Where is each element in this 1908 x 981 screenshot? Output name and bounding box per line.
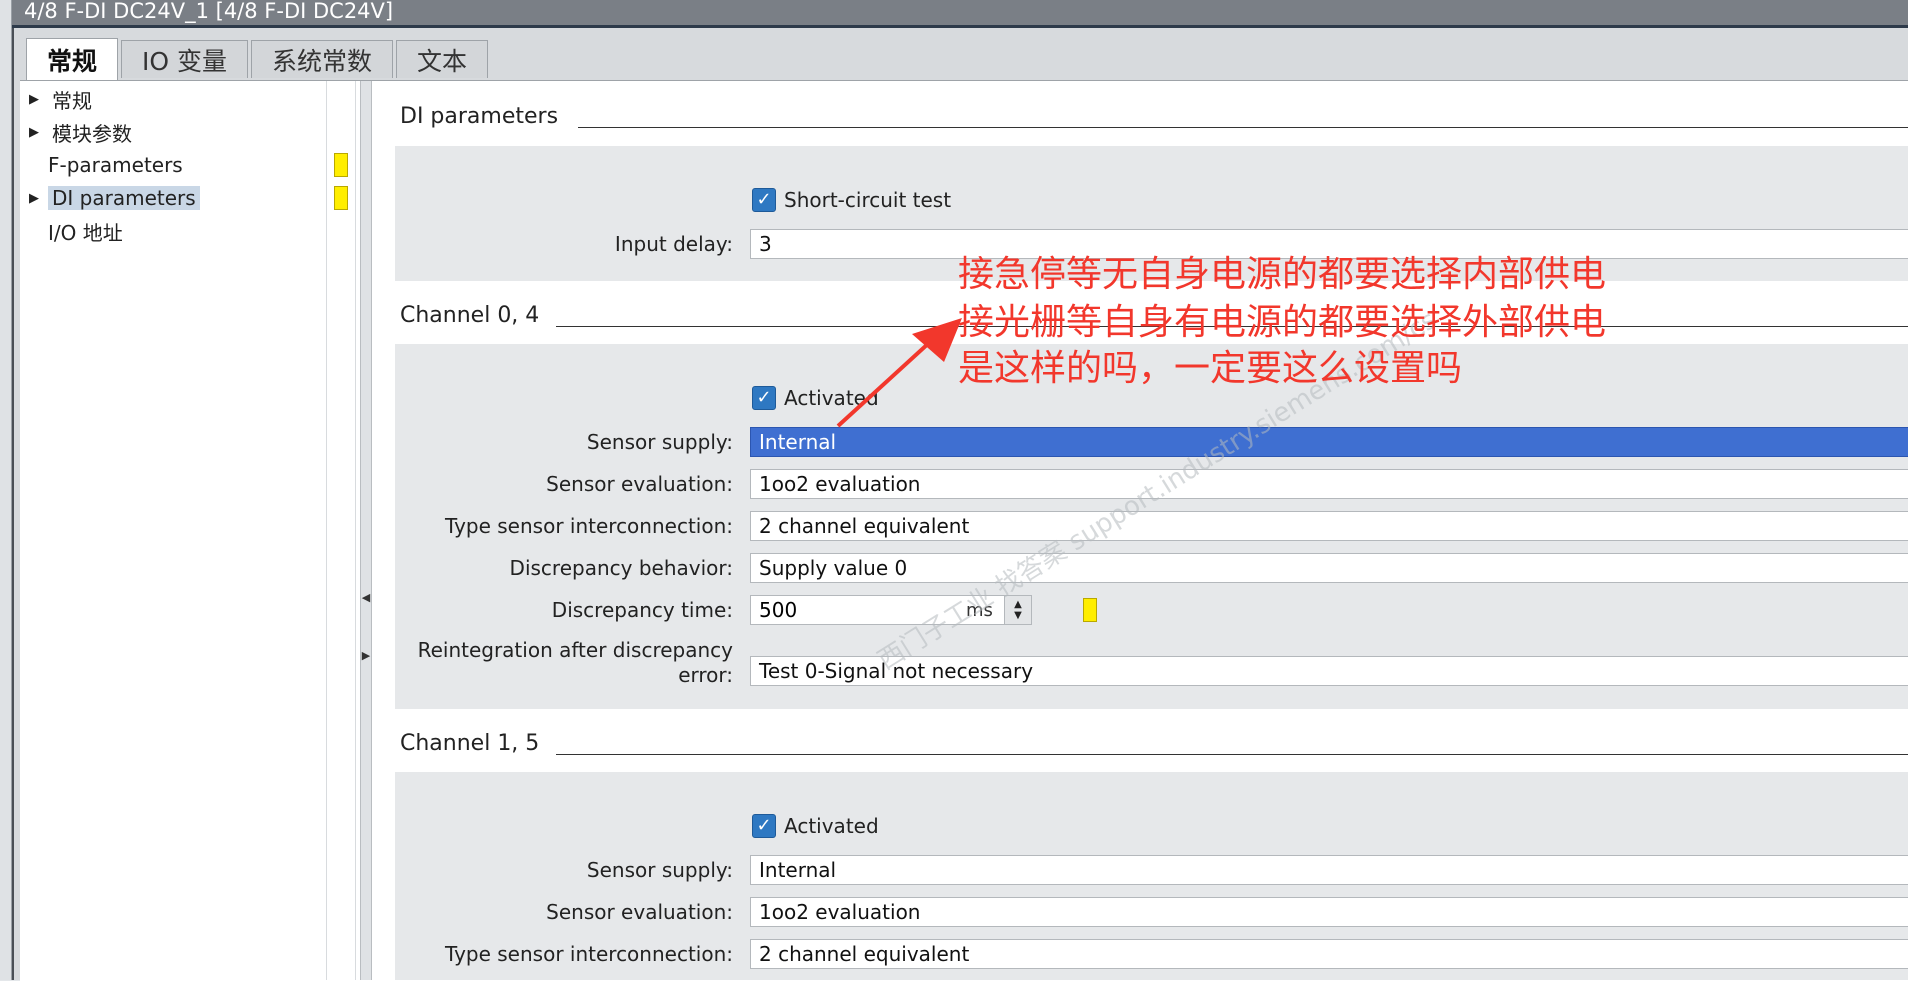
- annotation-line-1: 接急停等无自身电源的都要选择内部供电: [958, 254, 1607, 295]
- annotation-arrow-shaft: [836, 340, 932, 428]
- annotation-line-3: 是这样的吗，一定要这么设置吗: [958, 348, 1463, 389]
- annotation-arrow-head: [912, 318, 962, 362]
- annotation-line-2: 接光栅等自身有电源的都要选择外部供电: [958, 302, 1607, 343]
- annotation-arrow: [836, 318, 962, 428]
